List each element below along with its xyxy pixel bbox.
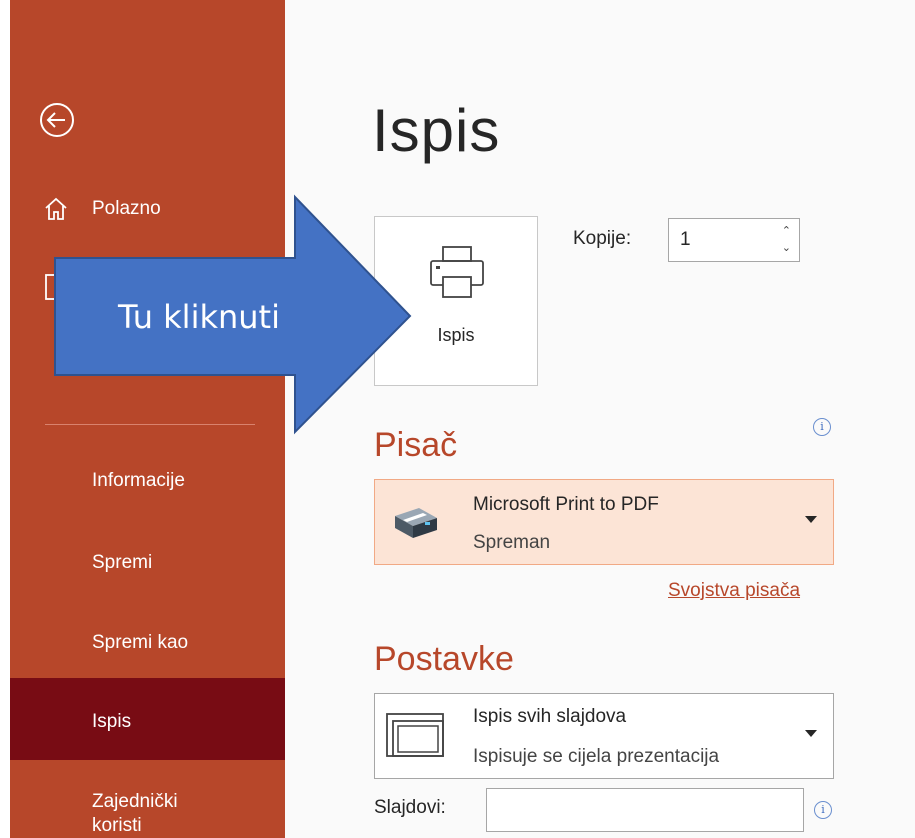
backstage-sidebar: Polazno Otvori Informacije Spremi Spremi… — [10, 0, 285, 838]
printer-icon — [430, 246, 484, 298]
settings-section-title: Postavke — [374, 640, 514, 678]
print-range-description: Ispisuje se cijela prezentacija — [473, 746, 720, 767]
printer-device-icon — [395, 508, 437, 538]
info-icon[interactable]: i — [813, 418, 831, 436]
sidebar-item-ispis[interactable]: Ispis — [10, 678, 285, 760]
printer-section-title: Pisač — [374, 426, 458, 464]
sidebar-divider — [45, 424, 255, 425]
slides-stack-icon — [386, 713, 444, 757]
sidebar-item-spremi[interactable]: Spremi — [10, 542, 285, 586]
folder-icon — [45, 274, 65, 300]
selected-printer: Microsoft Print to PDF — [473, 494, 659, 515]
chevron-up-icon[interactable]: ⌃ — [782, 224, 791, 237]
callout-text: Tu kliknuti — [118, 298, 280, 336]
printer-properties-link[interactable]: Svojstva pisača — [668, 580, 800, 602]
sidebar-item-informacije[interactable]: Informacije — [10, 460, 285, 504]
selected-print-range: Ispis svih slajdova — [473, 706, 627, 727]
sidebar-item-zajednicki[interactable]: Zajednički koristi — [10, 780, 285, 838]
sidebar-item-spremi-kao[interactable]: Spremi kao — [10, 622, 285, 666]
copies-label: Kopije: — [573, 228, 632, 249]
chevron-down-icon[interactable]: ⌄ — [782, 241, 791, 254]
home-icon — [45, 197, 67, 220]
printer-dropdown[interactable]: Microsoft Print to PDF Spreman — [374, 479, 834, 565]
chevron-down-icon — [805, 730, 817, 737]
back-arrow-icon — [40, 103, 74, 137]
sidebar-item-polazno[interactable]: Polazno — [10, 190, 285, 230]
printer-status: Spreman — [473, 532, 551, 553]
print-range-dropdown[interactable]: Ispis svih slajdova Ispisuje se cijela p… — [374, 693, 834, 779]
window-edge — [0, 0, 10, 838]
back-button[interactable] — [35, 100, 79, 140]
copies-stepper[interactable]: 1 ⌃ ⌄ — [668, 218, 800, 262]
copies-value: 1 — [680, 229, 691, 250]
slides-input[interactable] — [486, 788, 804, 832]
print-button[interactable]: Ispis — [374, 216, 538, 386]
chevron-down-icon — [805, 516, 817, 523]
page-title: Ispis — [372, 97, 501, 164]
slides-label: Slajdovi: — [374, 797, 446, 818]
print-button-label: Ispis — [437, 325, 475, 345]
info-icon[interactable]: i — [814, 801, 832, 819]
